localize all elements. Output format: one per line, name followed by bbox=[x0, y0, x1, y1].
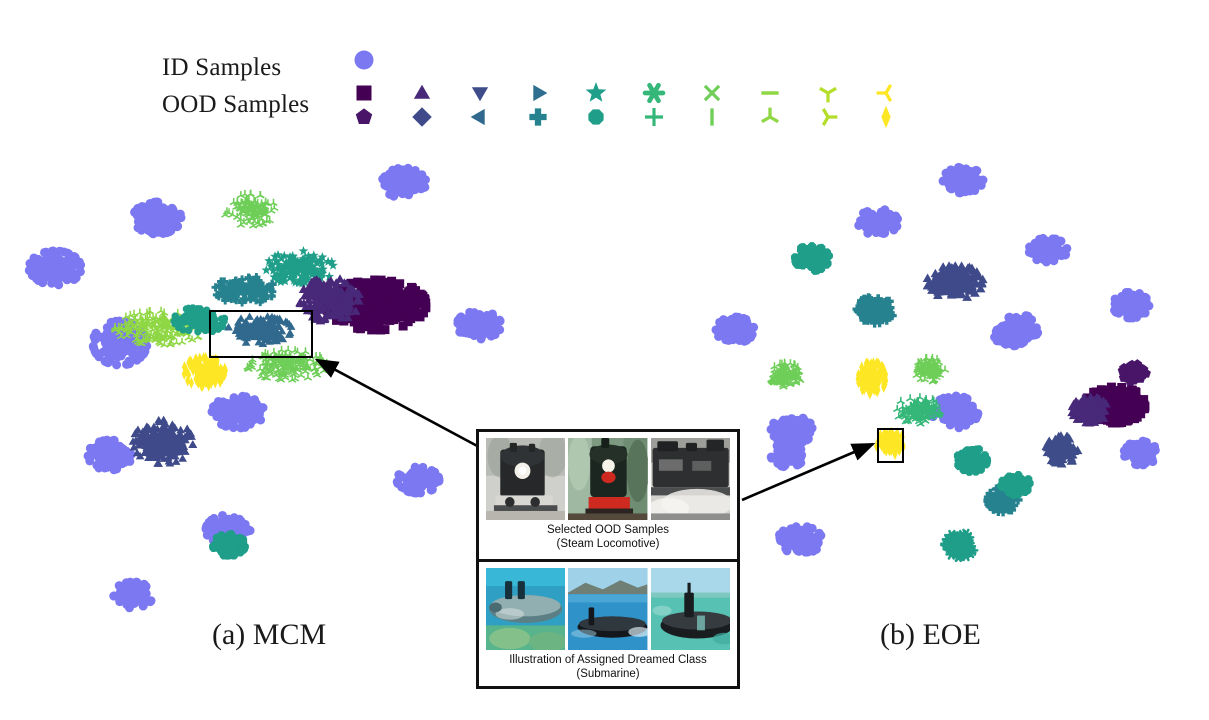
cluster-mcm-id-2 bbox=[378, 163, 430, 201]
cluster-eoe-id-5 bbox=[1110, 287, 1154, 323]
submarine-render-shallow-reef bbox=[486, 568, 566, 650]
cluster-eoe-ood-15 bbox=[767, 358, 805, 390]
cluster-eoe-id-11 bbox=[775, 522, 826, 557]
cluster-mcm-ood-20 bbox=[128, 415, 198, 467]
cluster-mcm-id-0 bbox=[24, 246, 86, 290]
figure-root: ID Samples OOD Samples Selected OOD Samp… bbox=[0, 0, 1209, 720]
cluster-mcm-id-4 bbox=[83, 435, 136, 475]
inset-top-caption: Selected OOD Samples (Steam Locomotive) bbox=[479, 523, 737, 551]
inset-top-thumb-row bbox=[479, 432, 737, 523]
submarine-render-teal-water bbox=[650, 568, 730, 650]
cluster-mcm-ood-12 bbox=[211, 273, 277, 307]
cluster-eoe-ood-14 bbox=[922, 261, 988, 301]
cluster-eoe-id-4 bbox=[1024, 233, 1072, 267]
zoom-box-eoe[interactable] bbox=[877, 428, 904, 463]
cluster-eoe-ood-20 bbox=[953, 445, 992, 476]
inset-callout-panel: Selected OOD Samples (Steam Locomotive) bbox=[476, 429, 740, 689]
panel-caption-mcm: (a) MCM bbox=[212, 618, 327, 651]
scatter-panel-mcm bbox=[24, 163, 505, 613]
zoom-box-mcm[interactable] bbox=[209, 310, 313, 358]
inset-top-caption-sub: (Steam Locomotive) bbox=[556, 537, 660, 550]
inset-bottom-thumb-row bbox=[479, 562, 737, 653]
cluster-mcm-id-9 bbox=[453, 307, 505, 344]
cluster-eoe-ood-12 bbox=[790, 242, 833, 275]
cluster-eoe-ood-16 bbox=[855, 356, 889, 400]
cluster-eoe-ood-22 bbox=[939, 528, 979, 563]
cluster-eoe-ood-27 bbox=[1117, 359, 1151, 386]
submarine-render-open-sea bbox=[568, 568, 648, 650]
locomotive-photo-color-green bbox=[568, 438, 648, 520]
cluster-mcm-ood-10 bbox=[221, 189, 279, 229]
cluster-eoe-id-10 bbox=[1119, 436, 1160, 470]
cluster-mcm-id-7 bbox=[109, 577, 156, 613]
inset-top-caption-main: Selected OOD Samples bbox=[546, 524, 670, 536]
locomotive-photo-grayscale-front bbox=[486, 438, 566, 520]
cluster-eoe-id-0 bbox=[938, 162, 988, 198]
cluster-mcm-id-1 bbox=[130, 197, 186, 239]
cluster-eoe-id-6 bbox=[990, 319, 1031, 351]
cluster-eoe-id-1 bbox=[854, 205, 902, 238]
cluster-mcm-id-5 bbox=[207, 391, 268, 433]
cluster-mcm-id-8 bbox=[392, 462, 444, 498]
cluster-eoe-ood-17 bbox=[912, 353, 950, 385]
inset-bottom-caption-sub: (Submarine) bbox=[576, 667, 640, 680]
cluster-eoe-id-2 bbox=[711, 312, 759, 346]
inset-top-half: Selected OOD Samples (Steam Locomotive) bbox=[479, 432, 737, 562]
cluster-eoe-ood-25 bbox=[1041, 431, 1083, 468]
panel-caption-eoe: (b) EOE bbox=[880, 618, 981, 651]
locomotive-photo-grayscale-side bbox=[650, 438, 730, 520]
scatter-panel-eoe bbox=[711, 162, 1160, 563]
inset-bottom-caption-main: Illustration of Assigned Dreamed Class bbox=[509, 654, 707, 666]
inset-bottom-caption: Illustration of Assigned Dreamed Class (… bbox=[479, 653, 737, 681]
cluster-eoe-ood-13 bbox=[852, 293, 897, 328]
inset-bottom-half: Illustration of Assigned Dreamed Class (… bbox=[479, 562, 737, 689]
